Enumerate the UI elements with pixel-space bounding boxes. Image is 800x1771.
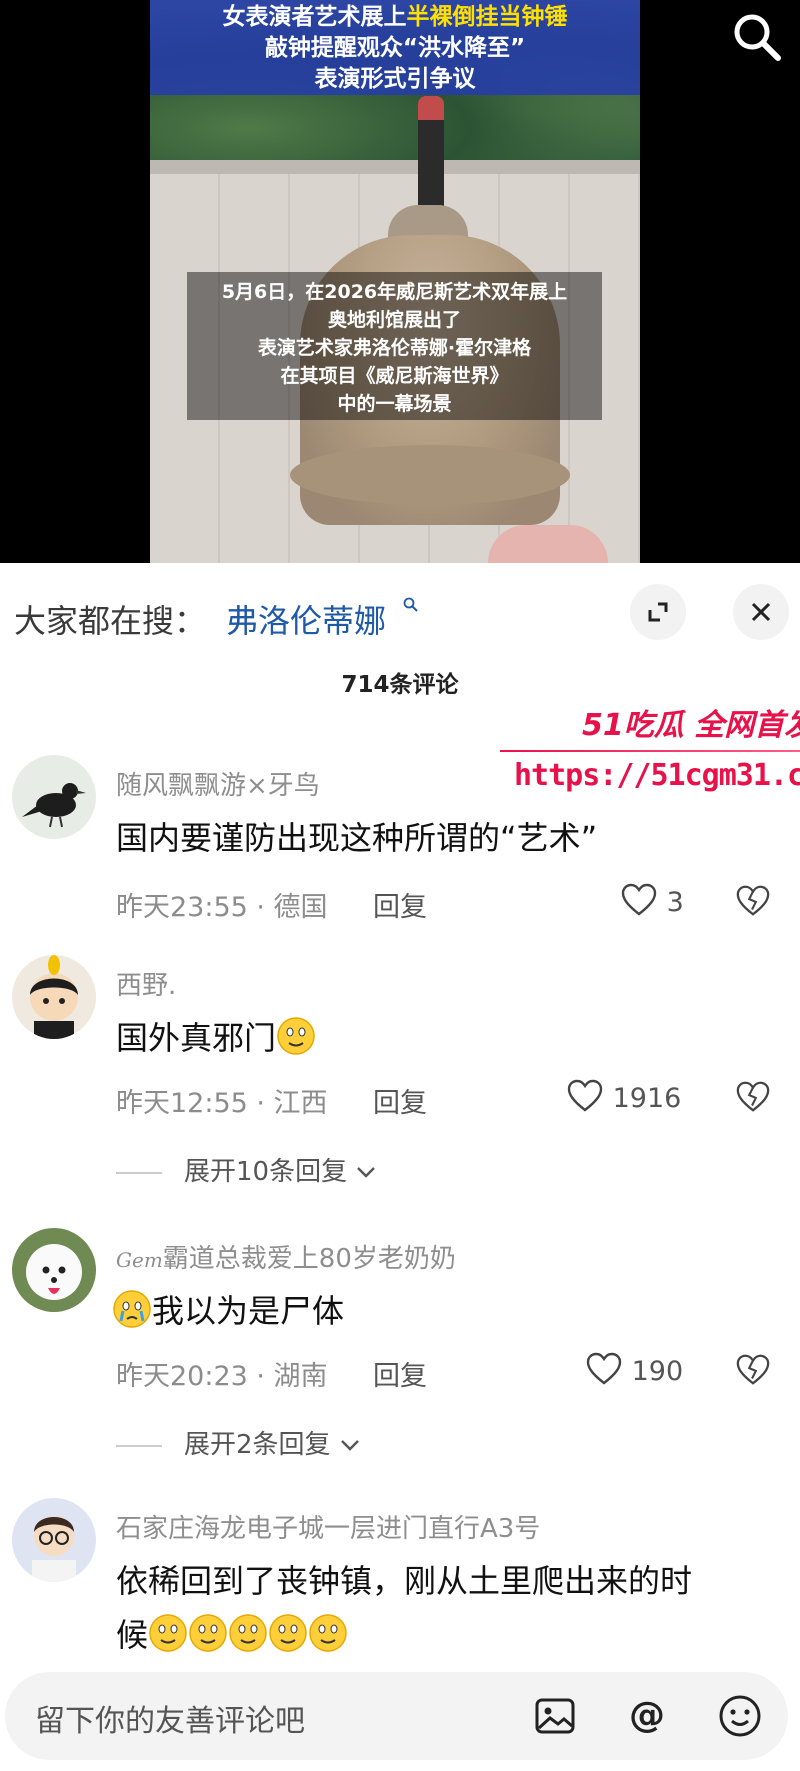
comment-input[interactable]: 留下你的友善评论吧 @ bbox=[5, 1672, 788, 1760]
smile-emoji-icon bbox=[269, 1614, 307, 1652]
like-button[interactable]: 3 bbox=[620, 881, 684, 919]
comment-author[interactable]: 随风飘飘游×牙鸟 bbox=[116, 765, 320, 802]
video-caption: 5月6日，在2026年威尼斯艺术双年展上 奥地利馆展出了 表演艺术家弗洛伦蒂娜·… bbox=[187, 272, 602, 420]
smile-emoji-icon bbox=[229, 1614, 267, 1652]
avatar[interactable] bbox=[12, 955, 96, 1039]
like-count: 190 bbox=[631, 1356, 684, 1387]
broken-heart-icon[interactable] bbox=[735, 883, 771, 919]
emoji-icon[interactable] bbox=[715, 1691, 765, 1741]
comment-item: 随风飘飘游×牙鸟 国内要谨防出现这种所谓的“艺术” 昨天23:55 · 德国 回… bbox=[0, 755, 800, 945]
video-player[interactable]: 女表演者艺术展上半裸倒挂当钟锤 敲钟提醒观众“洪水降至” 表演形式引争议 5月6… bbox=[0, 0, 800, 563]
like-button[interactable]: 1916 bbox=[566, 1077, 681, 1115]
comment-count: 714条评论 bbox=[341, 672, 459, 698]
comment-item: 石家庄海龙电子城一层进门直行A3号 依稀回到了丧钟镇，刚从土里爬出来的时 候 bbox=[0, 1498, 800, 1655]
reply-button[interactable]: 回复 bbox=[373, 885, 427, 924]
video-headline: 女表演者艺术展上半裸倒挂当钟锤 敲钟提醒观众“洪水降至” 表演形式引争议 bbox=[150, 0, 640, 95]
image-icon[interactable] bbox=[530, 1691, 580, 1741]
smile-emoji-icon bbox=[277, 1017, 315, 1055]
heart-icon bbox=[586, 1352, 622, 1385]
svg-text:@: @ bbox=[629, 1695, 665, 1736]
search-icon[interactable] bbox=[730, 10, 786, 66]
close-icon[interactable] bbox=[733, 584, 789, 640]
broken-heart-icon[interactable] bbox=[735, 1352, 771, 1388]
smile-emoji-icon bbox=[189, 1614, 227, 1652]
chevron-down-icon bbox=[357, 1167, 376, 1178]
at-icon[interactable]: @ bbox=[622, 1691, 672, 1741]
comment-text: 国外真邪门 bbox=[116, 1013, 766, 1063]
hot-search-label: 大家都在搜： bbox=[14, 602, 207, 640]
comment-author[interactable]: 石家庄海龙电子城一层进门直行A3号 bbox=[116, 1508, 540, 1545]
like-count: 3 bbox=[666, 887, 684, 918]
reply-button[interactable]: 回复 bbox=[373, 1354, 427, 1393]
crying-emoji-icon bbox=[113, 1290, 151, 1328]
comment-author[interactable]: Gem霸道总裁爱上80岁老奶奶 bbox=[116, 1238, 456, 1275]
expand-icon[interactable] bbox=[630, 584, 686, 640]
search-small-icon bbox=[403, 597, 419, 617]
comment-input-bar: 留下你的友善评论吧 @ bbox=[0, 1655, 800, 1771]
hot-search-term-link[interactable]: 弗洛伦蒂娜 bbox=[226, 596, 386, 642]
heart-icon bbox=[621, 883, 657, 916]
smile-emoji-icon bbox=[309, 1614, 347, 1652]
broken-heart-icon[interactable] bbox=[735, 1079, 771, 1115]
comment-item: 西野. 国外真邪门 昨天12:55 · 江西 回复 1916 展开10条回复 bbox=[0, 955, 800, 1195]
expand-replies-button[interactable]: 展开2条回复 bbox=[116, 1424, 361, 1461]
heart-icon bbox=[567, 1079, 603, 1112]
comment-text: 我以为是尸体 bbox=[112, 1286, 762, 1336]
comment-time-location: 昨天20:23 · 湖南 bbox=[116, 1361, 328, 1392]
expand-replies-button[interactable]: 展开10条回复 bbox=[116, 1151, 377, 1188]
avatar[interactable] bbox=[12, 1498, 96, 1582]
comment-text: 国内要谨防出现这种所谓的“艺术” bbox=[116, 819, 598, 857]
like-button[interactable]: 190 bbox=[585, 1350, 683, 1388]
comment-author[interactable]: 西野. bbox=[116, 965, 176, 1002]
comment-time-location: 昨天23:55 · 德国 bbox=[116, 892, 328, 923]
hot-search-row: 大家都在搜： 弗洛伦蒂娜 bbox=[0, 563, 800, 665]
comment-text: 依稀回到了丧钟镇，刚从土里爬出来的时 候 bbox=[116, 1562, 693, 1654]
comment-time-location: 昨天12:55 · 江西 bbox=[116, 1088, 328, 1119]
like-count: 1916 bbox=[612, 1083, 682, 1114]
reply-button[interactable]: 回复 bbox=[373, 1081, 427, 1120]
smile-emoji-icon bbox=[149, 1614, 187, 1652]
watermark-title: 51吃瓜 全网首发 bbox=[582, 708, 800, 743]
comment-input-placeholder: 留下你的友善评论吧 bbox=[35, 1704, 305, 1739]
avatar[interactable] bbox=[12, 1228, 96, 1312]
performer-figure bbox=[418, 96, 444, 216]
comment-item: Gem霸道总裁爱上80岁老奶奶 我以为是尸体 昨天20:23 · 湖南 回复 1… bbox=[0, 1228, 800, 1468]
avatar[interactable] bbox=[12, 755, 96, 839]
chevron-down-icon bbox=[340, 1440, 359, 1451]
